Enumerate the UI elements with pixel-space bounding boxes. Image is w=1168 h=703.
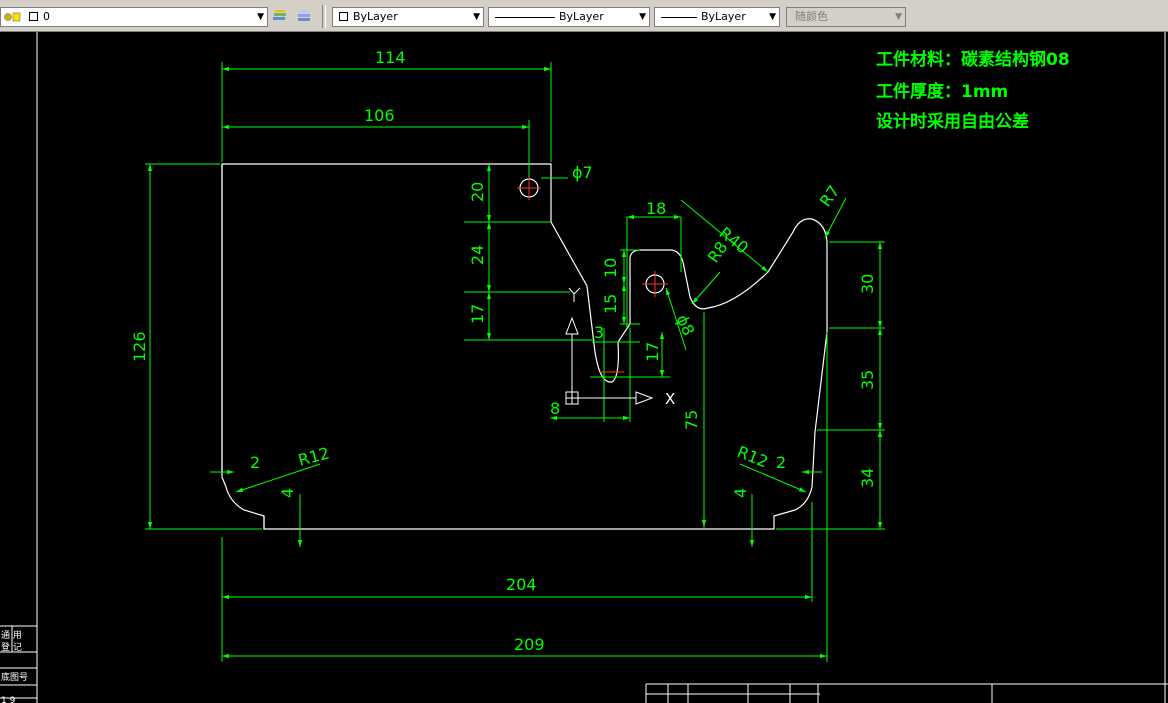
dimension-lines xyxy=(145,62,885,662)
dim-r12-left: R12 xyxy=(296,443,331,470)
note-tolerance: 设计时采用自由公差 xyxy=(876,111,1029,132)
drawing-canvas[interactable]: 通 用 登 记 底图号 1 9 114 106 126 20 24 17 ϕ7 … xyxy=(0,32,1168,703)
dim-34: 34 xyxy=(858,468,877,488)
layers-properties-toolbar: 0 ▼ ByLayer ▼ ByLayer ▼ ByLayer ▼ 随颜色 ▼ xyxy=(0,0,1168,32)
color-swatch xyxy=(339,12,348,21)
dim-20: 20 xyxy=(468,182,487,202)
lineweight-preview xyxy=(661,17,697,18)
linetype-value: ByLayer xyxy=(559,10,604,23)
plotstyle-value: 随颜色 xyxy=(795,10,828,23)
lineweight-value: ByLayer xyxy=(701,10,746,23)
dim-114: 114 xyxy=(375,48,406,67)
dim-phi8: ϕ8 xyxy=(672,312,698,339)
dim-106: 106 xyxy=(364,106,395,125)
chevron-down-icon: ▼ xyxy=(257,12,264,22)
dim-phi7: ϕ7 xyxy=(572,163,593,182)
dim-r12-right: R12 xyxy=(735,442,771,471)
technical-notes: 工件材料：碳素结构钢08 工件厚度：1mm 设计时采用自由公差 xyxy=(876,49,1070,132)
dim-2-right: 2 xyxy=(776,453,786,472)
plotstyle-dropdown[interactable]: 随颜色 ▼ xyxy=(786,7,906,27)
dim-35: 35 xyxy=(858,370,877,390)
dim-2-left: 2 xyxy=(250,453,260,472)
dim-3: 3 xyxy=(594,323,604,342)
linetype-dropdown[interactable]: ByLayer ▼ xyxy=(488,7,650,27)
sidebar-text-3: 底图号 xyxy=(1,671,28,683)
color-value: ByLayer xyxy=(353,10,398,23)
layer-dropdown[interactable]: 0 ▼ xyxy=(0,7,268,27)
linetype-preview xyxy=(495,17,555,18)
chevron-down-icon: ▼ xyxy=(639,12,646,22)
dim-8: 8 xyxy=(550,399,560,418)
dim-18: 18 xyxy=(646,199,666,218)
color-dropdown[interactable]: ByLayer ▼ xyxy=(332,7,484,27)
dim-126: 126 xyxy=(130,331,149,362)
dim-30: 30 xyxy=(858,274,877,294)
ucs-x-label: X xyxy=(665,390,675,408)
dim-24: 24 xyxy=(468,245,487,265)
dim-4-right: 4 xyxy=(731,488,750,498)
layer-previous-icon[interactable] xyxy=(296,9,310,23)
dim-204: 204 xyxy=(506,575,537,594)
chevron-down-icon: ▼ xyxy=(895,12,902,22)
note-thickness: 工件厚度：1mm xyxy=(876,81,1008,102)
dim-209: 209 xyxy=(514,635,545,654)
chevron-down-icon: ▼ xyxy=(769,12,776,22)
note-material: 工件材料：碳素结构钢08 xyxy=(876,49,1070,70)
sidebar-text-4: 1 9 xyxy=(1,696,16,703)
sidebar-text-1: 通 用 xyxy=(1,630,22,641)
layer-name: 0 xyxy=(43,10,50,23)
make-current-layer-icon[interactable] xyxy=(272,9,286,23)
chevron-down-icon: ▼ xyxy=(473,12,480,22)
layer-state-icons xyxy=(4,12,21,22)
dim-75: 75 xyxy=(682,410,701,430)
dimension-texts: 114 106 126 20 24 17 ϕ7 18 R40 R7 R8 10 … xyxy=(130,48,877,654)
dim-4-left: 4 xyxy=(278,488,297,498)
toolbar-separator xyxy=(322,5,326,28)
sheet-border xyxy=(0,32,1168,703)
dim-15: 15 xyxy=(601,294,620,314)
dim-17-left: 17 xyxy=(468,304,487,324)
lineweight-dropdown[interactable]: ByLayer ▼ xyxy=(654,7,780,27)
dim-17-mid: 17 xyxy=(643,342,662,362)
part-outline xyxy=(221,163,828,530)
dim-10: 10 xyxy=(601,258,620,278)
layer-color-swatch xyxy=(29,12,38,21)
dim-r7: R7 xyxy=(816,182,844,210)
sidebar-text-2: 登 记 xyxy=(1,642,22,653)
sidebar-labels: 通 用 登 记 底图号 1 9 xyxy=(1,630,28,703)
